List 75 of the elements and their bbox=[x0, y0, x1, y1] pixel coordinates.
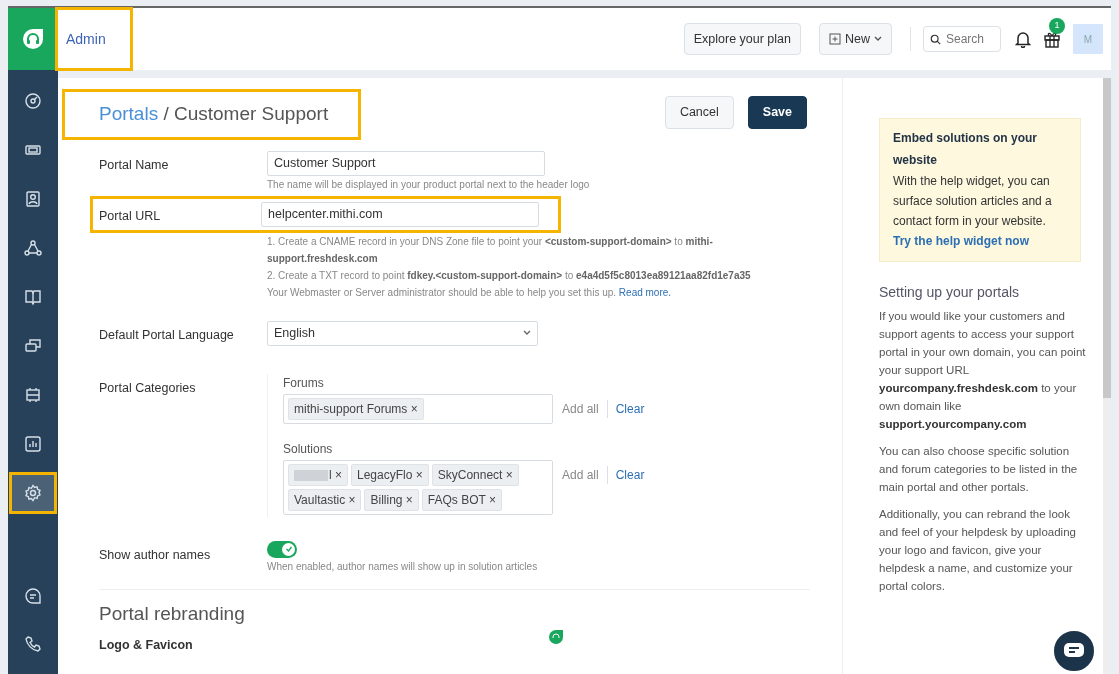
promo-title: Embed solutions on your website bbox=[893, 130, 1038, 169]
new-button[interactable]: New bbox=[819, 22, 892, 56]
chat-bubble-icon bbox=[24, 587, 42, 605]
read-more-link[interactable]: Read more. bbox=[618, 286, 672, 298]
scrollbar-thumb[interactable] bbox=[1103, 78, 1111, 398]
clear-link[interactable]: Clear bbox=[615, 465, 645, 484]
cancel-button[interactable]: Cancel bbox=[664, 96, 734, 129]
notification-bell-icon[interactable] bbox=[1015, 30, 1031, 48]
field-label: Portal URL bbox=[99, 207, 162, 225]
remove-icon[interactable]: × bbox=[335, 467, 342, 482]
phone-icon bbox=[24, 635, 42, 653]
toggle-switch[interactable] bbox=[267, 540, 297, 558]
explore-plan-button[interactable]: Explore your plan bbox=[683, 22, 801, 56]
panel-paragraph: Additionally, you can rebrand the look and feel of your helpdesk by uploading your logo and favicon, give your helpdesk a name, and customize your portal colors. bbox=[879, 507, 1077, 594]
category-tag: Billing × bbox=[364, 488, 419, 511]
promo-text: With the help widget, you can surface solution articles and a contact form in your website. bbox=[893, 173, 1053, 230]
category-tag: l × bbox=[288, 463, 348, 486]
tag-input-field[interactable]: l × LegacyFlo × SkyConnect × Vaultastic × Billing × FAQs BOT × bbox=[283, 459, 553, 515]
help-widget-link[interactable]: Try the help widget now bbox=[893, 234, 1029, 248]
sidebar-nav-item[interactable] bbox=[12, 475, 54, 511]
caret-icon bbox=[523, 330, 531, 336]
chat-windows-icon bbox=[24, 337, 42, 355]
book-icon bbox=[24, 288, 42, 306]
clear-link[interactable]: Clear bbox=[615, 399, 645, 418]
category-tag: SkyConnect × bbox=[431, 463, 519, 486]
category-tag: FAQs BOT × bbox=[421, 488, 502, 511]
tag-input-field[interactable]: mithi-support Forums × bbox=[283, 393, 553, 424]
gift-icon[interactable] bbox=[1043, 30, 1061, 49]
search-icon bbox=[930, 32, 941, 46]
portal-url-field[interactable]: helpcenter.mithi.com bbox=[261, 201, 539, 227]
save-button[interactable]: Save bbox=[747, 96, 807, 129]
network-icon bbox=[24, 239, 42, 257]
chat-icon bbox=[1063, 642, 1085, 660]
field-label: Logo & Favicon bbox=[99, 637, 194, 654]
check-icon bbox=[284, 545, 293, 553]
panel-heading: Setting up your portals bbox=[879, 283, 1021, 302]
category-tag: LegacyFlo × bbox=[351, 463, 429, 486]
settings-icon bbox=[24, 484, 42, 502]
add-all-link[interactable]: Add all bbox=[562, 465, 608, 484]
section-heading: Portal rebranding bbox=[99, 601, 246, 626]
category-tag: mithi-support Forums × bbox=[288, 397, 424, 420]
report-icon bbox=[24, 435, 42, 453]
add-icon bbox=[829, 33, 841, 45]
remove-icon[interactable]: × bbox=[410, 401, 418, 416]
logo-preview-icon bbox=[549, 630, 563, 644]
remove-icon[interactable]: × bbox=[505, 467, 513, 482]
field-label: Portal Name bbox=[99, 156, 170, 174]
dashboard-icon bbox=[24, 92, 42, 110]
page-title: Admin bbox=[58, 10, 130, 68]
group-label: Solutions bbox=[283, 440, 334, 458]
field-label: Show author names bbox=[99, 546, 212, 564]
notification-count: 1 bbox=[1049, 17, 1065, 34]
panel-paragraph: You can also choose specific solution and forum categories to be listed in the main portal and other portals. bbox=[879, 444, 1079, 495]
remove-icon[interactable]: × bbox=[415, 467, 423, 482]
help-text: Your Webmaster or Server administrator should be able to help you set this up. Read more. bbox=[267, 285, 673, 300]
group-label: Forums bbox=[283, 374, 325, 392]
instruction-text: 2. Create a TXT record to point fdkey.<custom-support-domain> to e4a4d5f5c8013ea89121aa82fd1e7a35 bbox=[267, 268, 752, 283]
add-all-link[interactable]: Add all bbox=[562, 399, 608, 418]
field-label: Default Portal Language bbox=[99, 326, 235, 344]
field-label: Portal Categories bbox=[99, 379, 197, 397]
language-dropdown[interactable]: English bbox=[267, 320, 538, 346]
remove-icon[interactable]: × bbox=[348, 492, 356, 507]
remove-icon[interactable]: × bbox=[489, 492, 496, 507]
contact-icon bbox=[24, 190, 42, 208]
search-box[interactable]: Search bbox=[923, 26, 1001, 52]
board-icon bbox=[24, 386, 42, 404]
portal-name-field[interactable]: Customer Support bbox=[267, 150, 545, 176]
panel-paragraph: If you would like your customers and support agents to access your support portal in your own domain, you can point your support URL yourcompany.freshdesk.com to your own domain like support.yourcompany.com bbox=[879, 309, 1087, 432]
field-hint: When enabled, author names will show up in solution articles bbox=[267, 559, 538, 574]
category-tag: Vaultastic × bbox=[288, 488, 362, 511]
remove-icon[interactable]: × bbox=[405, 492, 413, 507]
caret-icon bbox=[874, 36, 882, 42]
breadcrumb-text: / Customer Support bbox=[162, 103, 329, 124]
headset-logo-icon[interactable] bbox=[22, 28, 44, 50]
field-hint: The name will be displayed in your product portal next to the header logo bbox=[267, 177, 590, 192]
